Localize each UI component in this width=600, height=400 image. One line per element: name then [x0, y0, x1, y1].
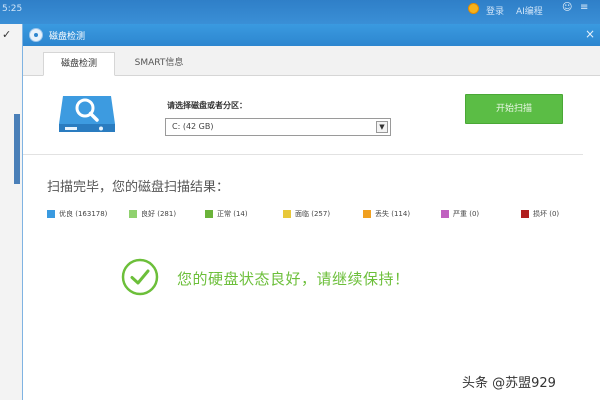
legend-item-good: 良好 (281)	[129, 209, 176, 219]
tab-smart-info[interactable]: SMART信息	[119, 52, 199, 76]
tray-coin-icon[interactable]	[468, 3, 479, 14]
legend-label: 面临 (257)	[295, 210, 331, 218]
result-legend: 优良 (163178) 良好 (281) 正常 (14) 面临 (257) 丢失…	[47, 209, 587, 223]
disk-check-window: 磁盘检测 × 磁盘检测 SMART信息 请选择磁盘或者分区： C: (42 GB…	[22, 24, 600, 400]
legend-label: 丢失 (114)	[375, 210, 411, 218]
dropdown-arrow-icon[interactable]: ▼	[376, 121, 388, 133]
legend-swatch	[129, 210, 137, 218]
close-icon[interactable]: ×	[585, 27, 595, 41]
checkmark-icon: ✓	[2, 28, 12, 41]
app-icon	[29, 28, 43, 42]
legend-item-pending: 面临 (257)	[283, 209, 330, 219]
start-scan-button[interactable]: 开始扫描	[465, 94, 563, 124]
tab-bar: 磁盘检测 SMART信息	[23, 46, 600, 76]
legend-item-normal: 正常 (14)	[205, 209, 248, 219]
legend-label: 优良 (163178)	[59, 210, 108, 218]
legend-label: 损坏 (0)	[533, 210, 560, 218]
titlebar[interactable]: 磁盘检测 ×	[23, 24, 600, 46]
disk-select-value: C: (42 GB)	[172, 122, 214, 131]
tray-menu-icon[interactable]: ≡	[580, 3, 590, 13]
legend-swatch	[205, 210, 213, 218]
tray-text-1[interactable]: 登录	[486, 4, 504, 17]
tray-text-2[interactable]: AI编程	[516, 4, 543, 17]
tray-user-icon[interactable]: ☺	[562, 3, 572, 13]
check-circle-icon	[121, 258, 159, 296]
legend-item-excellent: 优良 (163178)	[47, 209, 107, 219]
background-window-edge: ✓	[0, 24, 22, 400]
disk-magnifier-icon	[59, 96, 115, 132]
disk-status-message: 您的硬盘状态良好，请继续保持！	[177, 270, 410, 288]
window-title: 磁盘检测	[49, 32, 86, 42]
legend-swatch	[441, 210, 449, 218]
watermark: 头条 @苏盟929	[462, 376, 556, 391]
background-bar	[14, 114, 20, 184]
legend-label: 正常 (14)	[217, 210, 248, 218]
disk-select-label: 请选择磁盘或者分区：	[167, 101, 247, 110]
legend-label: 良好 (281)	[141, 210, 177, 218]
legend-item-severe: 严重 (0)	[441, 209, 479, 219]
scan-result-heading: 扫描完毕，您的磁盘扫描结果：	[47, 180, 230, 195]
disk-partition-select[interactable]: C: (42 GB) ▼	[165, 118, 391, 136]
legend-swatch	[521, 210, 529, 218]
desktop-top-strip: 5:25 登录 AI编程 ☺ ≡	[0, 0, 600, 24]
tab-disk-check[interactable]: 磁盘检测	[43, 52, 115, 76]
legend-swatch	[363, 210, 371, 218]
legend-label: 严重 (0)	[453, 210, 480, 218]
legend-item-damaged: 损坏 (0)	[521, 209, 559, 219]
clock: 5:25	[2, 4, 23, 14]
section-divider	[23, 154, 583, 155]
legend-swatch	[283, 210, 291, 218]
legend-swatch	[47, 210, 55, 218]
legend-item-lost: 丢失 (114)	[363, 209, 410, 219]
